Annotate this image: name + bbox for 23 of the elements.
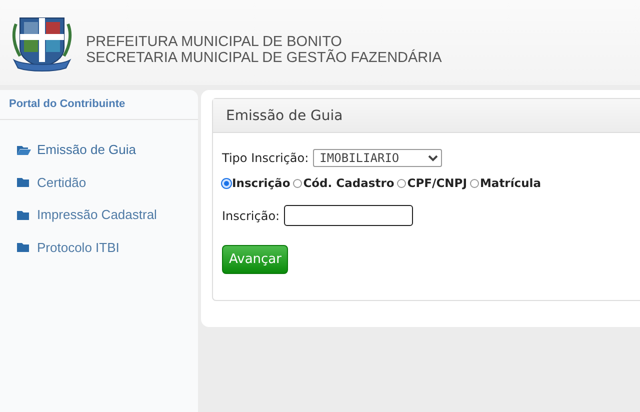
radio-button[interactable] <box>470 178 479 188</box>
sidebar-item[interactable]: Impressão Cadastral <box>17 205 157 224</box>
sidebar-item[interactable]: Protocolo ITBI <box>17 238 120 256</box>
header-title: SECRETARIA MUNICIPAL DE GESTÃO FAZENDÁRIA <box>86 50 442 66</box>
sidebar-item[interactable]: Emissão de Guia <box>17 140 136 159</box>
panel-title: Emissão de Guia <box>226 108 343 124</box>
radio-option[interactable]: Inscrição <box>222 176 290 190</box>
folder-icon <box>17 176 31 188</box>
radio-option[interactable]: Cód. Cadastro <box>293 176 394 190</box>
field-label: Tipo Inscrição: <box>222 151 309 165</box>
folder-icon <box>17 241 31 253</box>
sidebar-item[interactable]: Certidão <box>17 172 86 192</box>
radio-option[interactable]: Matrícula <box>470 176 542 190</box>
open-folder-icon <box>17 144 31 156</box>
radio-option[interactable]: CPF/CNPJ <box>397 176 467 190</box>
radio-button[interactable] <box>397 178 406 188</box>
sidebar-title: Portal do Contribuinte <box>0 90 198 120</box>
input-field[interactable] <box>284 205 413 226</box>
type-dropdown[interactable]: IMOBILIARIO <box>312 149 442 167</box>
radio-button[interactable] <box>293 178 302 188</box>
folder-icon <box>17 208 31 220</box>
field-label: Inscrição: <box>222 208 280 222</box>
header-title: PREFEITURA MUNICIPAL DE BONITO <box>86 34 342 50</box>
